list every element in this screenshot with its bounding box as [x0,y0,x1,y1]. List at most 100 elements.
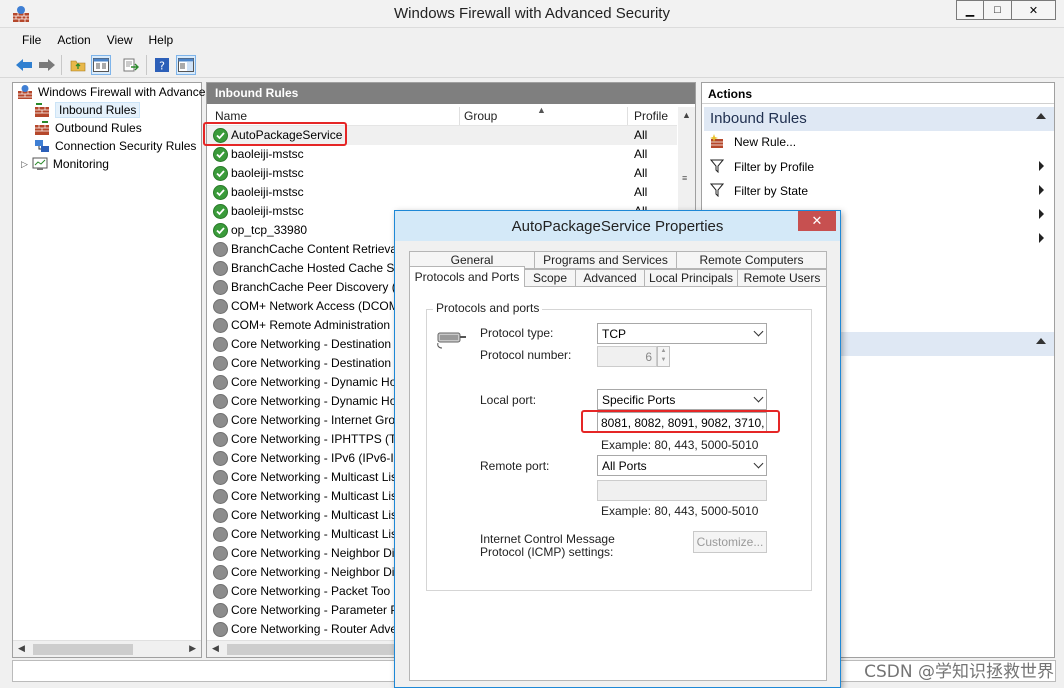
back-arrow-icon[interactable] [14,55,34,75]
disabled-rule-icon [213,565,228,580]
menu-file[interactable]: File [14,30,49,50]
rule-name: Core Networking - Neighbor Di [231,565,395,579]
scroll-right-icon[interactable]: ▶ [189,643,196,654]
tree-item-label: Monitoring [52,157,109,171]
action-filter-by-state[interactable]: Filter by State [706,181,1050,201]
dialog-close-button[interactable]: ✕ [798,211,836,231]
disabled-rule-icon [213,546,228,561]
disabled-rule-icon [213,280,228,295]
tab-remote-users[interactable]: Remote Users [737,269,827,287]
action-filter-by-profile[interactable]: Filter by Profile [706,157,1050,177]
inbound-rules-icon [34,102,50,118]
action-label: Filter by Profile [734,160,815,174]
rule-profile: All [634,147,648,161]
rule-name: Core Networking - Router Adve [231,622,398,636]
disabled-rule-icon [213,584,228,599]
rule-name: Core Networking - IPv6 (IPv6-In [231,451,401,465]
rule-name: Core Networking - Destination [231,356,392,370]
window-title: Windows Firewall with Advanced Security [394,5,670,22]
monitoring-icon [32,156,48,172]
column-profile[interactable]: Profile [634,109,668,123]
tree-item-label: Inbound Rules [55,102,141,118]
forward-arrow-icon[interactable] [37,55,57,75]
tree-root-label: Windows Firewall with Advance [38,85,206,99]
toolbar: ? [0,51,1064,78]
rule-name: baoleiji-mstsc [231,166,304,180]
column-group[interactable]: Group [464,109,497,123]
tab-protocols-and-ports[interactable]: Protocols and Ports [409,266,525,287]
remote-port-input[interactable] [597,480,767,501]
tree-horizontal-scrollbar[interactable]: ◀ ▶ [13,640,201,657]
svg-text:?: ? [159,60,165,73]
scroll-left-icon[interactable]: ◀ [212,643,219,654]
connection-security-icon [34,138,50,154]
remote-port-select[interactable]: All Ports [597,455,767,476]
maximize-button[interactable]: □ [984,0,1012,20]
disabled-rule-icon [213,527,228,542]
remote-port-label: Remote port: [480,459,550,473]
tab-remote-computers[interactable]: Remote Computers [676,251,827,269]
protocol-number-input[interactable]: 6 [597,346,657,367]
disabled-rule-icon [213,451,228,466]
rule-name: Core Networking - Packet Too [231,584,391,598]
pane-header: Inbound Rules [207,83,695,104]
rule-name: baoleiji-mstsc [231,185,304,199]
rule-profile: All [634,128,648,142]
local-port-mode: Specific Ports [602,393,676,407]
menu-help[interactable]: Help [141,30,182,50]
tab-scope[interactable]: Scope [524,269,576,287]
submenu-arrow-icon [1039,161,1044,171]
tab-advanced[interactable]: Advanced [575,269,645,287]
submenu-arrow-icon [1039,233,1044,243]
menu-view[interactable]: View [99,30,141,50]
scroll-left-icon[interactable]: ◀ [18,643,25,654]
help-icon[interactable]: ? [152,55,172,75]
rule-profile: All [634,166,648,180]
disabled-rule-icon [213,622,228,637]
rule-row[interactable]: baoleiji-mstsc All [207,183,677,202]
show-hide-action-pane-icon[interactable] [176,55,196,75]
network-cable-icon [436,329,470,352]
rule-name: op_tcp_33980 [231,223,308,237]
show-hide-tree-icon[interactable] [91,55,111,75]
protocol-type-label: Protocol type: [480,326,554,340]
tab-local-principals[interactable]: Local Principals [644,269,738,287]
remote-port-example: Example: 80, 443, 5000-5010 [601,504,759,518]
protocol-type-select[interactable]: TCP [597,323,767,344]
customize-button[interactable]: Customize... [693,531,767,553]
tree-item-monitoring[interactable]: ▷ Monitoring [21,155,109,173]
collapse-caret-icon[interactable] [1036,338,1046,344]
minimize-button[interactable]: ▁ [956,0,984,20]
filter-icon [708,159,726,176]
local-port-select[interactable]: Specific Ports [597,389,767,410]
actions-section-inbound-rules[interactable]: Inbound Rules [704,107,1054,131]
tree-root[interactable]: Windows Firewall with Advance [17,83,205,101]
rule-name: Core Networking - Multicast Lis [231,489,398,503]
action-new-rule[interactable]: New Rule... [706,132,1050,152]
outbound-rules-icon [34,120,50,136]
close-button[interactable]: ✕ [1012,0,1056,20]
tree-item-inbound-rules[interactable]: Inbound Rules [34,101,141,119]
tab-programs-and-services[interactable]: Programs and Services [534,251,677,269]
rule-row[interactable]: baoleiji-mstsc All [207,145,677,164]
rule-name: Core Networking - Multicast Lis [231,508,398,522]
export-list-icon[interactable] [121,55,141,75]
collapse-caret-icon[interactable] [1036,113,1046,119]
column-name[interactable]: Name [215,109,247,123]
scroll-up-icon[interactable]: ▲ [682,110,691,120]
local-port-example: Example: 80, 443, 5000-5010 [601,438,759,452]
tree-item-connection-security-rules[interactable]: Connection Security Rules [34,137,196,155]
rule-name: COM+ Network Access (DCOM [231,299,399,313]
up-folder-icon[interactable] [68,55,88,75]
rule-profile: All [634,185,648,199]
action-label: New Rule... [734,135,797,149]
tree-item-outbound-rules[interactable]: Outbound Rules [34,119,142,137]
expand-chevron-icon[interactable]: ▷ [21,159,28,170]
rule-name: Core Networking - Parameter P [231,603,399,617]
disabled-rule-icon [213,299,228,314]
menu-action[interactable]: Action [49,30,98,50]
highlight-local-ports [581,410,780,433]
remote-port-mode: All Ports [602,459,647,473]
protocol-number-stepper[interactable]: ▲ ▼ [657,346,670,367]
rule-row[interactable]: baoleiji-mstsc All [207,164,677,183]
